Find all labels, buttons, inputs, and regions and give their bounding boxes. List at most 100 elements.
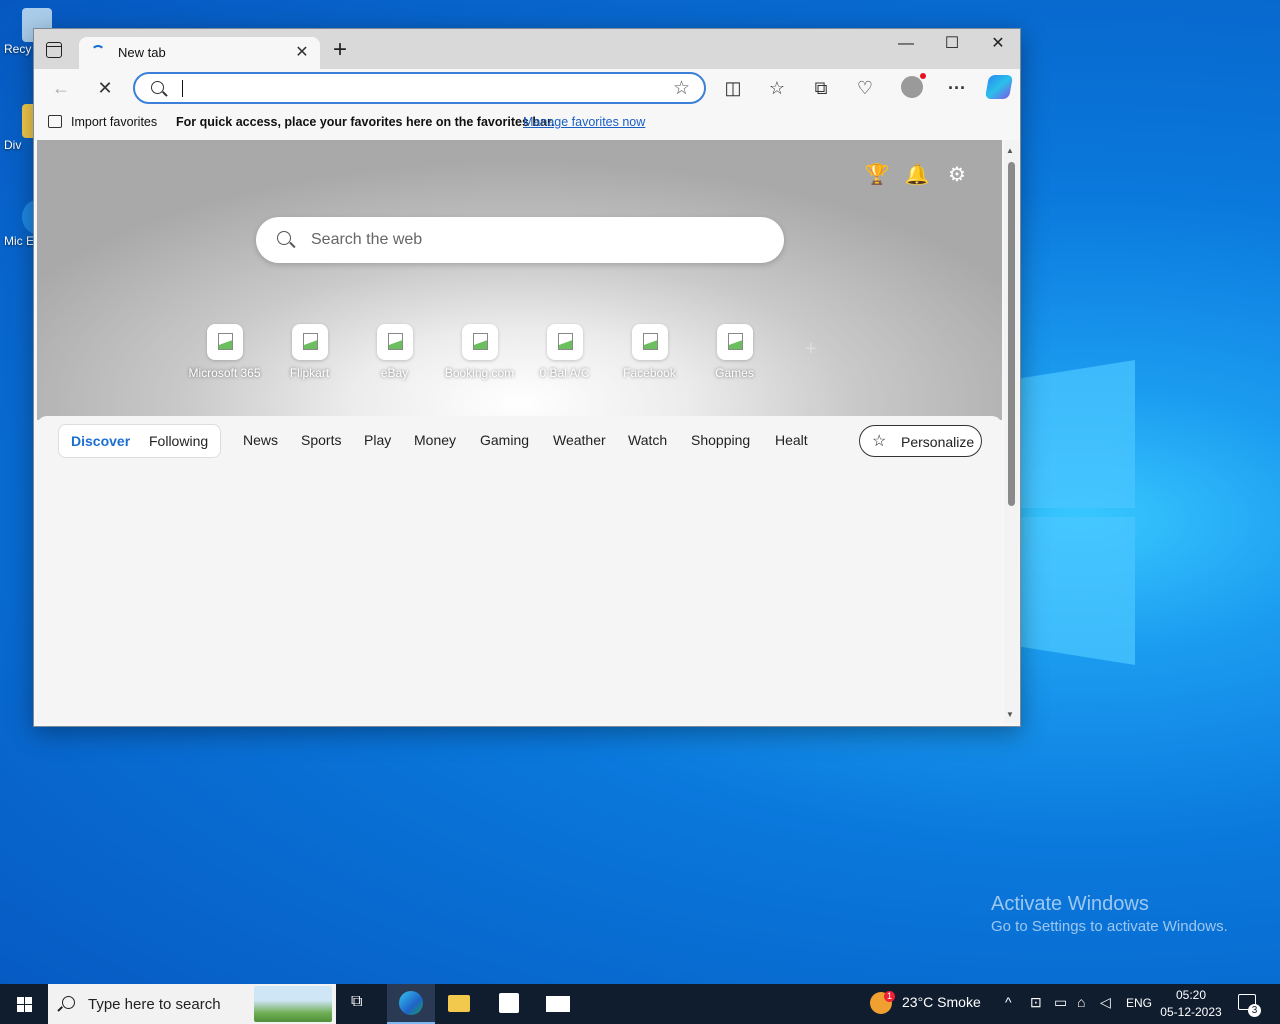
desktop-icon-label: Div	[4, 138, 22, 152]
weather-badge: 1	[884, 991, 895, 1002]
edge-icon	[399, 991, 423, 1015]
favorites-bar: Import favorites For quick access, place…	[34, 107, 1020, 137]
add-site-button[interactable]: +	[805, 338, 817, 361]
split-screen-icon[interactable]: ◫	[721, 77, 745, 99]
tab-title: New tab	[118, 45, 166, 60]
edge-browser-window: New tab ✕ + — ☐ ✕ ← ✕ ☆ ◫ ☆ ⧉ ♡ ··· Impo…	[33, 28, 1021, 727]
close-button[interactable]: ✕	[975, 29, 1021, 59]
notifications-bell-icon[interactable]: 🔔	[904, 162, 930, 187]
site-favicon-icon	[206, 324, 243, 360]
taskbar-edge[interactable]	[387, 984, 435, 1024]
category-gaming[interactable]: Gaming	[480, 432, 529, 448]
personalize-button[interactable]: ☆ Personalize	[859, 425, 982, 457]
scroll-down-arrow-icon[interactable]: ▼	[1006, 710, 1014, 719]
profile-avatar[interactable]	[901, 73, 926, 98]
category-play[interactable]: Play	[364, 432, 391, 448]
clock-time: 05:20	[1175, 988, 1207, 1002]
quick-link-label: Flipkart	[289, 366, 330, 380]
tab-discover[interactable]: Discover	[71, 433, 130, 449]
sparkle-star-icon: ☆	[872, 433, 887, 450]
new-tab-button[interactable]: +	[328, 37, 352, 63]
maximize-button[interactable]: ☐	[929, 29, 975, 59]
category-news[interactable]: News	[243, 432, 278, 448]
quick-link-label: eBay	[380, 366, 409, 380]
windows-logo-icon-part	[25, 997, 32, 1004]
rewards-trophy-icon[interactable]: 🏆	[864, 162, 890, 187]
tab-following[interactable]: Following	[149, 433, 208, 449]
desktop-icon-label: Recy	[4, 42, 32, 56]
manage-favorites-link[interactable]: Manage favorites now	[523, 115, 645, 129]
task-view-button[interactable]: ⧉	[336, 984, 384, 1024]
stop-loading-button[interactable]: ✕	[93, 77, 117, 99]
new-tab-page: 🏆 🔔 ⚙ Search the web Microsoft 365 Flipk…	[37, 140, 1002, 723]
taskbar-search-placeholder: Type here to search	[88, 996, 221, 1013]
windows-logo-icon-part	[25, 1005, 32, 1012]
taskbar-mail[interactable]	[534, 984, 582, 1024]
scrollbar-thumb[interactable]	[1008, 162, 1015, 506]
back-button[interactable]: ←	[49, 77, 73, 99]
category-money[interactable]: Money	[414, 432, 456, 448]
quick-link[interactable]: Flipkart	[267, 324, 352, 380]
taskbar-store[interactable]	[485, 984, 533, 1024]
show-hidden-icons-chevron-icon[interactable]: ^	[1005, 994, 1012, 1010]
category-sports[interactable]: Sports	[301, 432, 341, 448]
copilot-icon[interactable]	[984, 75, 1014, 99]
site-favicon-icon	[716, 324, 753, 360]
site-favicon-icon	[376, 324, 413, 360]
settings-gear-icon[interactable]: ⚙	[944, 162, 970, 187]
more-options-icon[interactable]: ···	[945, 77, 969, 99]
desktop-icon-label: Mic E	[4, 234, 34, 248]
notification-count-badge: 3	[1248, 1004, 1261, 1017]
site-favicon-icon	[631, 324, 668, 360]
favorites-icon[interactable]: ☆	[765, 77, 789, 99]
category-weather[interactable]: Weather	[553, 432, 606, 448]
search-icon	[62, 996, 75, 1009]
category-watch[interactable]: Watch	[628, 432, 667, 448]
minimize-button[interactable]: —	[883, 29, 929, 59]
quick-link[interactable]: Games	[692, 324, 777, 380]
network-icon[interactable]: ⌂	[1077, 994, 1085, 1010]
battery-icon[interactable]: ▭	[1054, 994, 1067, 1011]
language-indicator[interactable]: ENG	[1126, 996, 1152, 1010]
tab-actions-icon[interactable]	[46, 42, 62, 58]
quick-link[interactable]: 0 Bal A/C	[522, 324, 607, 380]
activate-subtitle: Go to Settings to activate Windows.	[991, 918, 1228, 935]
folder-icon	[448, 995, 470, 1012]
weather-text[interactable]: 23°C Smoke	[902, 994, 981, 1010]
quick-link[interactable]: eBay	[352, 324, 437, 380]
tab-close-icon[interactable]: ✕	[292, 42, 312, 62]
add-favorite-star-icon[interactable]: ☆	[673, 77, 690, 100]
address-bar[interactable]: ☆	[133, 72, 706, 104]
personalize-label: Personalize	[901, 434, 975, 450]
web-search-box[interactable]: Search the web	[256, 217, 784, 263]
browser-toolbar: ← ✕ ☆ ◫ ☆ ⧉ ♡ ···	[34, 69, 1020, 107]
meet-now-icon[interactable]: ⊡	[1030, 994, 1042, 1011]
start-button[interactable]	[0, 984, 48, 1024]
collections-icon[interactable]: ⧉	[809, 77, 833, 99]
page-scrollbar[interactable]: ▲ ▼	[1004, 140, 1019, 723]
browser-essentials-icon[interactable]: ♡	[853, 77, 877, 99]
clock-date: 05-12-2023	[1160, 1005, 1222, 1019]
scroll-up-arrow-icon[interactable]: ▲	[1006, 146, 1014, 155]
task-view-icon: ⧉	[351, 993, 363, 1010]
import-favorites-button[interactable]: Import favorites	[71, 115, 157, 129]
taskbar-search-box[interactable]: Type here to search	[48, 984, 336, 1024]
category-shopping[interactable]: Shopping	[691, 432, 750, 448]
quick-link[interactable]: Facebook	[607, 324, 692, 380]
quick-link[interactable]: Booking.com	[437, 324, 522, 380]
site-favicon-icon	[546, 324, 583, 360]
favorites-bar-message: For quick access, place your favorites h…	[176, 115, 555, 129]
taskbar: Type here to search ⧉ 1 23°C Smoke ^ ⊡ ▭…	[0, 984, 1280, 1024]
windows-logo-icon	[17, 997, 24, 1004]
search-placeholder: Search the web	[311, 231, 423, 248]
category-health[interactable]: Healt	[775, 432, 808, 448]
tab-new-tab[interactable]: New tab ✕	[79, 37, 320, 69]
activate-title: Activate Windows	[991, 893, 1149, 915]
feed-mode-switch: Discover Following	[58, 424, 221, 458]
quick-link[interactable]: Microsoft 365	[182, 324, 267, 380]
loading-spinner-icon	[91, 45, 105, 59]
volume-muted-icon[interactable]: ◁	[1100, 994, 1111, 1011]
clock[interactable]: 05:20 05-12-2023	[1160, 987, 1222, 1021]
mail-icon	[546, 996, 570, 1012]
taskbar-file-explorer[interactable]	[436, 984, 484, 1024]
